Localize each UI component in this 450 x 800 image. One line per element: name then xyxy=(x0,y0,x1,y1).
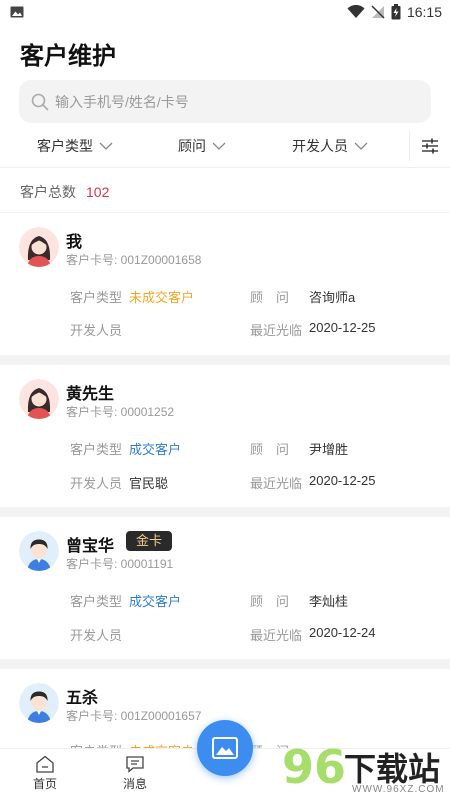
message-icon xyxy=(126,756,144,773)
card-number-value: 00001191 xyxy=(120,557,174,571)
label-advisor: 顾 问 xyxy=(250,442,290,457)
no-signal-icon xyxy=(371,5,385,19)
customer-name: 五杀 xyxy=(66,690,99,707)
search-icon xyxy=(31,93,49,110)
wifi-icon xyxy=(347,5,365,18)
status-time: 16:15 xyxy=(406,4,442,20)
customer-card-number: 客户卡号: 00001191 xyxy=(66,555,173,572)
customer-card[interactable]: 黄先生 客户卡号: 00001252 客户类型 成交客户 顾 问 尹增胜 开发人… xyxy=(0,365,450,507)
customer-type-value: 未成交客户 xyxy=(129,741,194,748)
card-separator xyxy=(0,355,450,365)
customer-card[interactable]: 我 客户卡号: 001Z00001658 客户类型 未成交客户 顾 问 咨询师a… xyxy=(0,213,450,355)
advisor-value: 尹增胜 xyxy=(309,442,349,457)
filter-customer-type[interactable]: 客户类型 xyxy=(0,125,150,168)
customer-type-value: 未成交客户 xyxy=(129,290,195,305)
card-number-value: 001Z00001658 xyxy=(120,253,202,267)
image-icon xyxy=(212,737,238,759)
filter-label: 顾问 xyxy=(178,138,206,154)
last-visit-value: 2020-12-24 xyxy=(309,625,376,640)
membership-badge: 金卡 xyxy=(126,531,173,551)
site-watermark: 96 下载站 WWW.96XZ.COM xyxy=(280,740,450,800)
status-bar: 16:15 xyxy=(0,0,450,24)
customer-name: 黄先生 xyxy=(66,386,115,403)
tab-home[interactable]: 首页 xyxy=(20,755,70,792)
filter-label: 客户类型 xyxy=(37,138,93,154)
home-icon xyxy=(36,755,54,773)
chevron-down-icon xyxy=(99,142,113,150)
last-visit-value: 2020-12-25 xyxy=(309,473,376,488)
customer-total: 客户总数 102 xyxy=(20,182,109,202)
label-customer-type: 客户类型 xyxy=(70,290,123,305)
watermark-number: 96 xyxy=(282,740,347,794)
chevron-down-icon xyxy=(354,142,368,150)
card-separator xyxy=(0,659,450,669)
filter-developer[interactable]: 开发人员 xyxy=(265,125,395,168)
female-avatar-icon xyxy=(19,227,59,267)
customer-total-label: 客户总数 xyxy=(20,184,76,200)
card-number-label: 客户卡号: xyxy=(66,253,121,267)
customer-card-number: 客户卡号: 001Z00001657 xyxy=(66,707,201,724)
label-developer: 开发人员 xyxy=(70,323,123,338)
chevron-down-icon xyxy=(212,142,226,150)
customer-card-number: 客户卡号: 001Z00001658 xyxy=(66,251,201,268)
label-customer-type: 客户类型 xyxy=(70,442,123,457)
last-visit-value: 2020-12-25 xyxy=(309,320,376,335)
customer-type-value: 成交客户 xyxy=(129,594,182,609)
female-avatar-icon xyxy=(19,379,59,419)
watermark-url: WWW.96XZ.COM xyxy=(352,784,445,795)
customer-card-number: 客户卡号: 00001252 xyxy=(66,403,174,420)
tab-messages-label: 消息 xyxy=(122,777,147,791)
label-advisor: 顾 问 xyxy=(250,594,290,609)
male-avatar-icon xyxy=(19,683,59,723)
customer-card[interactable]: 曾宝华 金卡 客户卡号: 00001191 客户类型 成交客户 顾 问 李灿桂 … xyxy=(0,517,450,659)
page-title: 客户维护 xyxy=(20,43,116,70)
male-avatar-icon xyxy=(19,531,59,571)
label-customer-type: 客户类型 xyxy=(70,594,123,609)
card-number-value: 001Z00001657 xyxy=(120,709,202,723)
label-advisor: 顾 问 xyxy=(250,290,290,305)
advisor-value: 咨询师a xyxy=(309,290,356,305)
label-last-visit: 最近光临 xyxy=(250,628,303,643)
card-number-label: 客户卡号: xyxy=(66,709,121,723)
label-last-visit: 最近光临 xyxy=(250,323,303,338)
filter-bar: 客户类型 顾问 开发人员 xyxy=(0,125,450,168)
battery-charging-icon xyxy=(391,4,401,20)
customer-name: 曾宝华 xyxy=(66,538,115,555)
customer-type-value: 成交客户 xyxy=(129,442,182,457)
customer-total-count: 102 xyxy=(86,184,110,200)
sliders-icon xyxy=(422,138,438,154)
card-number-label: 客户卡号: xyxy=(66,405,121,419)
search-input[interactable] xyxy=(55,93,395,110)
tab-messages[interactable]: 消息 xyxy=(110,755,160,792)
developer-value: 官民聪 xyxy=(129,476,169,491)
filter-label: 开发人员 xyxy=(292,138,348,154)
label-developer: 开发人员 xyxy=(70,628,123,643)
floating-image-button[interactable] xyxy=(197,720,253,776)
card-separator xyxy=(0,507,450,517)
search-bar[interactable] xyxy=(19,80,431,123)
customer-name: 我 xyxy=(66,234,83,251)
label-last-visit: 最近光临 xyxy=(250,476,303,491)
label-developer: 开发人员 xyxy=(70,476,123,491)
card-number-label: 客户卡号: xyxy=(66,557,121,571)
filter-advisor[interactable]: 顾问 xyxy=(152,125,252,168)
tab-home-label: 首页 xyxy=(32,777,57,791)
gallery-notification-icon xyxy=(10,6,24,18)
card-number-value: 00001252 xyxy=(120,405,175,419)
advisor-value: 李灿桂 xyxy=(309,594,349,609)
filter-settings-button[interactable] xyxy=(410,125,450,168)
label-customer-type: 客户类型 xyxy=(70,741,122,748)
